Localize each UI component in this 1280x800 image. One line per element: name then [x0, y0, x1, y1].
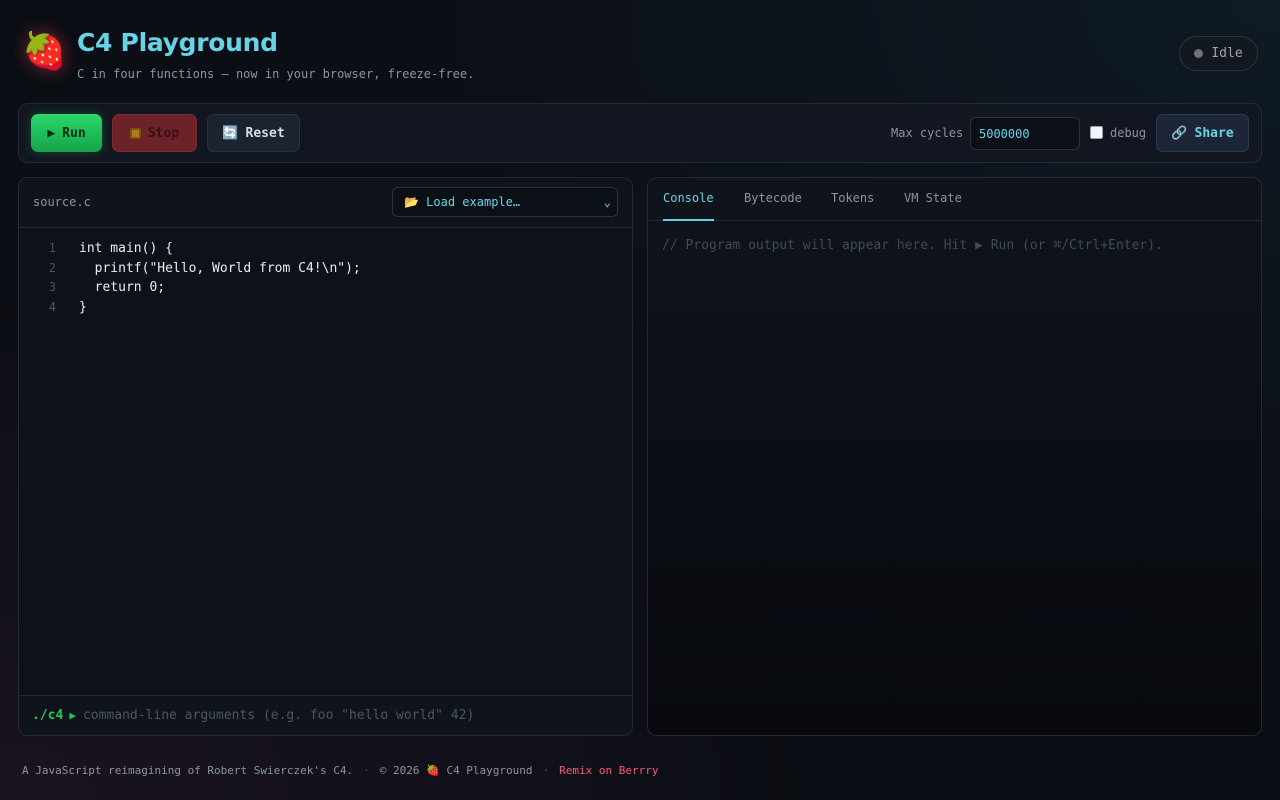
strawberry-logo-icon: 🍓	[22, 31, 67, 72]
page-title: C4 Playground	[77, 28, 278, 57]
line-code: return 0;	[79, 280, 166, 295]
stop-button[interactable]: Stop	[112, 114, 197, 152]
link-icon: 🔗	[1171, 125, 1188, 141]
reset-label: Reset	[245, 125, 285, 141]
editor-panel: source.c 📂 Load example… ⌄ 1 int main() …	[18, 177, 633, 736]
line-code: printf("Hello, World from C4!\n");	[79, 260, 361, 276]
chevron-down-icon: ⌄	[603, 195, 611, 209]
tab-bytecode[interactable]: Bytecode	[744, 178, 802, 221]
reset-icon: 🔄	[222, 125, 239, 141]
tab-tokens[interactable]: Tokens	[831, 178, 874, 221]
footer-copyright: © 2026 🍓 C4 Playground	[379, 764, 533, 777]
toolbar: ▶ Run Stop 🔄 Reset Max cycles debug 🔗 Sh…	[18, 103, 1262, 163]
line-number: 2	[48, 260, 56, 275]
code-line: 3 return 0;	[19, 278, 632, 298]
console-placeholder: // Program output will appear here. Hit …	[662, 238, 1163, 253]
page-subtitle: C in four functions — now in your browse…	[77, 67, 475, 81]
footer-credit: A JavaScript reimagining of Robert Swier…	[22, 764, 354, 777]
load-example-select[interactable]: 📂 Load example… ⌄	[392, 187, 618, 217]
status-label: Idle	[1211, 46, 1243, 61]
status-dot-icon	[1194, 49, 1204, 58]
footer-separator: ·	[542, 764, 550, 777]
output-panel: Console Bytecode Tokens VM State // Prog…	[647, 177, 1262, 736]
stop-icon	[129, 127, 141, 139]
share-button[interactable]: 🔗 Share	[1156, 114, 1249, 152]
max-cycles-label: Max cycles	[891, 126, 964, 140]
code-line: 4 }	[19, 298, 632, 318]
play-icon: ▶	[47, 125, 56, 141]
debug-checkbox[interactable]	[1090, 126, 1103, 139]
footer: A JavaScript reimagining of Robert Swier…	[22, 764, 659, 777]
console-output[interactable]: // Program output will appear here. Hit …	[648, 221, 1261, 735]
reset-button[interactable]: 🔄 Reset	[207, 114, 300, 152]
args-input[interactable]: command-line arguments (e.g. foo "hello …	[83, 708, 474, 723]
header: 🍓 C4 Playground C in four functions — no…	[22, 26, 1258, 86]
args-prompt: ./c4	[32, 708, 64, 723]
line-number: 4	[48, 299, 56, 314]
stop-label: Stop	[147, 125, 180, 141]
editor-header: source.c 📂 Load example… ⌄	[19, 178, 632, 228]
status-badge: Idle	[1179, 36, 1258, 71]
line-code: }	[79, 299, 87, 315]
line-code: int main() {	[79, 241, 173, 256]
line-number: 3	[48, 280, 56, 294]
share-label: Share	[1194, 125, 1234, 141]
load-example-label: 📂 Load example…	[404, 195, 521, 209]
debug-label: debug	[1110, 126, 1147, 140]
run-label: Run	[62, 125, 86, 141]
footer-separator: ·	[363, 764, 370, 777]
filename-label: source.c	[33, 195, 91, 209]
tab-vm-state[interactable]: VM State	[904, 178, 962, 221]
code-line: 2 printf("Hello, World from C4!\n");	[19, 259, 632, 279]
prompt-arrow-icon: ▶	[69, 709, 76, 722]
code-editor[interactable]: 1 int main() { 2 printf("Hello, World fr…	[19, 239, 632, 317]
code-line: 1 int main() {	[19, 239, 632, 259]
line-number: 1	[48, 241, 56, 255]
run-button[interactable]: ▶ Run	[31, 114, 102, 152]
tab-console[interactable]: Console	[663, 178, 714, 221]
remix-link[interactable]: Remix on Berrry	[559, 764, 658, 777]
output-tabs: Console Bytecode Tokens VM State	[648, 178, 1261, 221]
args-bar: ./c4 ▶ command-line arguments (e.g. foo …	[19, 695, 632, 735]
max-cycles-input[interactable]	[970, 117, 1080, 150]
